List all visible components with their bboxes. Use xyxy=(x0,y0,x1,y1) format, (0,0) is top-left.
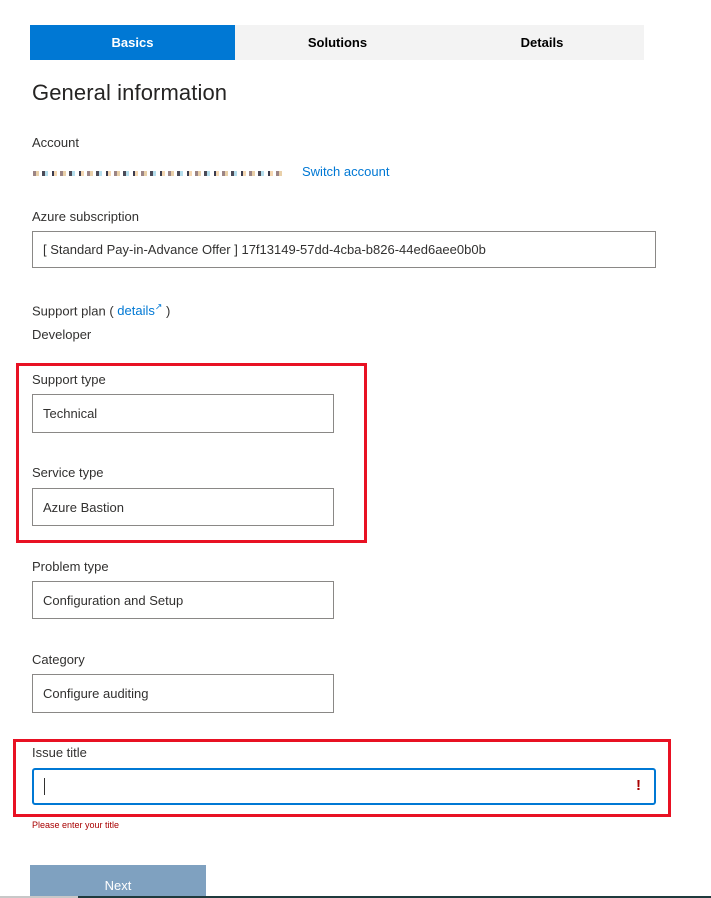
support-type-label: Support type xyxy=(32,372,106,387)
category-value: Configure auditing xyxy=(43,686,149,701)
wizard-tabs: Basics Solutions Details xyxy=(30,25,644,60)
page-title: General information xyxy=(32,80,228,105)
tab-solutions[interactable]: Solutions xyxy=(235,25,440,60)
error-icon: ! xyxy=(636,777,641,794)
service-type-dropdown[interactable]: Azure Bastion xyxy=(32,488,334,526)
support-plan-label-prefix: Support plan ( xyxy=(32,303,118,319)
support-plan-details-link[interactable]: details↗ xyxy=(117,302,162,319)
tab-basics[interactable]: Basics xyxy=(30,25,235,60)
tab-details[interactable]: Details xyxy=(440,25,644,60)
problem-type-value: Configuration and Setup xyxy=(43,592,184,608)
category-dropdown[interactable]: Configure auditing xyxy=(32,674,334,713)
support-type-dropdown[interactable]: Technical xyxy=(32,394,334,433)
subscription-dropdown[interactable]: [ Standard Pay-in-Advance Offer ] 17f131… xyxy=(32,231,656,268)
issue-title-input[interactable]: ! xyxy=(32,768,656,805)
details-link-text: details xyxy=(117,303,155,319)
switch-account-link[interactable]: Switch account xyxy=(302,164,389,179)
subscription-value: [ Standard Pay-in-Advance Offer ] 17f131… xyxy=(43,242,486,257)
account-value-redacted xyxy=(33,171,283,176)
issue-title-label: Issue title xyxy=(32,745,87,760)
subscription-label: Azure subscription xyxy=(32,209,139,224)
problem-type-label: Problem type xyxy=(32,559,109,574)
text-caret xyxy=(44,778,45,795)
category-label: Category xyxy=(32,652,85,667)
next-button[interactable]: Next xyxy=(30,865,206,898)
service-type-label: Service type xyxy=(32,465,104,480)
support-plan-value: Developer xyxy=(32,327,92,342)
problem-type-dropdown[interactable]: Configuration and Setup xyxy=(32,581,334,619)
support-plan-label: Support plan ( details↗ ) xyxy=(32,302,170,318)
issue-title-error-message: Please enter your title xyxy=(32,820,120,830)
support-type-value: Technical xyxy=(43,406,98,421)
support-plan-label-suffix: ) xyxy=(162,303,171,319)
account-label: Account xyxy=(32,135,79,150)
service-type-value: Azure Bastion xyxy=(43,499,124,515)
